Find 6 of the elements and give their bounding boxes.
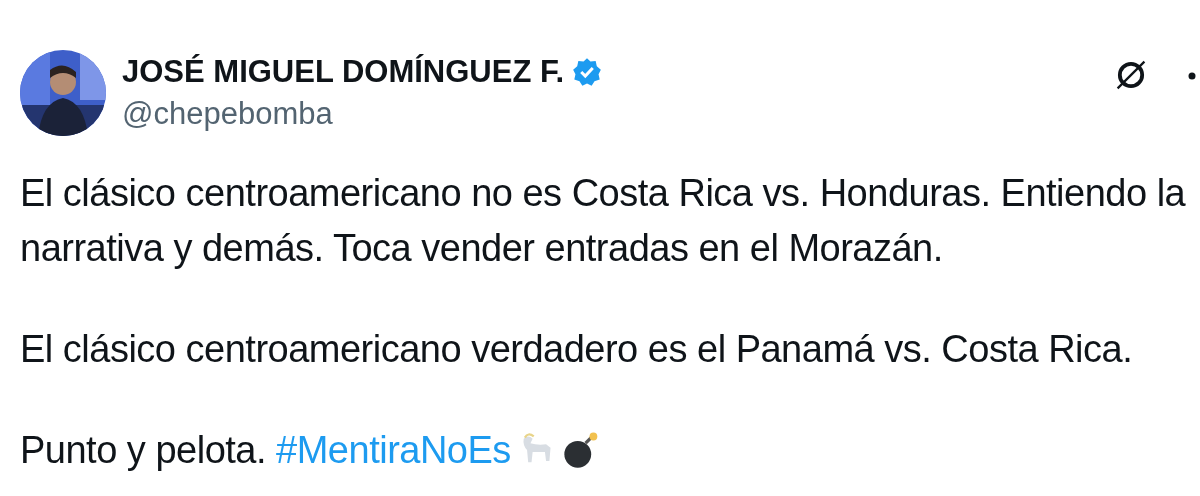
- post-text: Punto y pelota. #MentiraNoEs: [20, 428, 511, 473]
- author-handle[interactable]: @chepebomba: [122, 96, 1096, 132]
- post-text: El clásico centroamericano no es Costa Rica vs. Honduras. Entiendo la narrativa y demás. Toca vender entradas en el Morazán.: [20, 171, 1187, 271]
- post-text: El clásico centroamericano verdadero es el Panamá vs. Costa Rica.: [20, 327, 1134, 372]
- more-dot-icon[interactable]: [1188, 72, 1196, 80]
- author-name[interactable]: JOSÉ MIGUEL DOMÍNGUEZ F.: [122, 54, 565, 90]
